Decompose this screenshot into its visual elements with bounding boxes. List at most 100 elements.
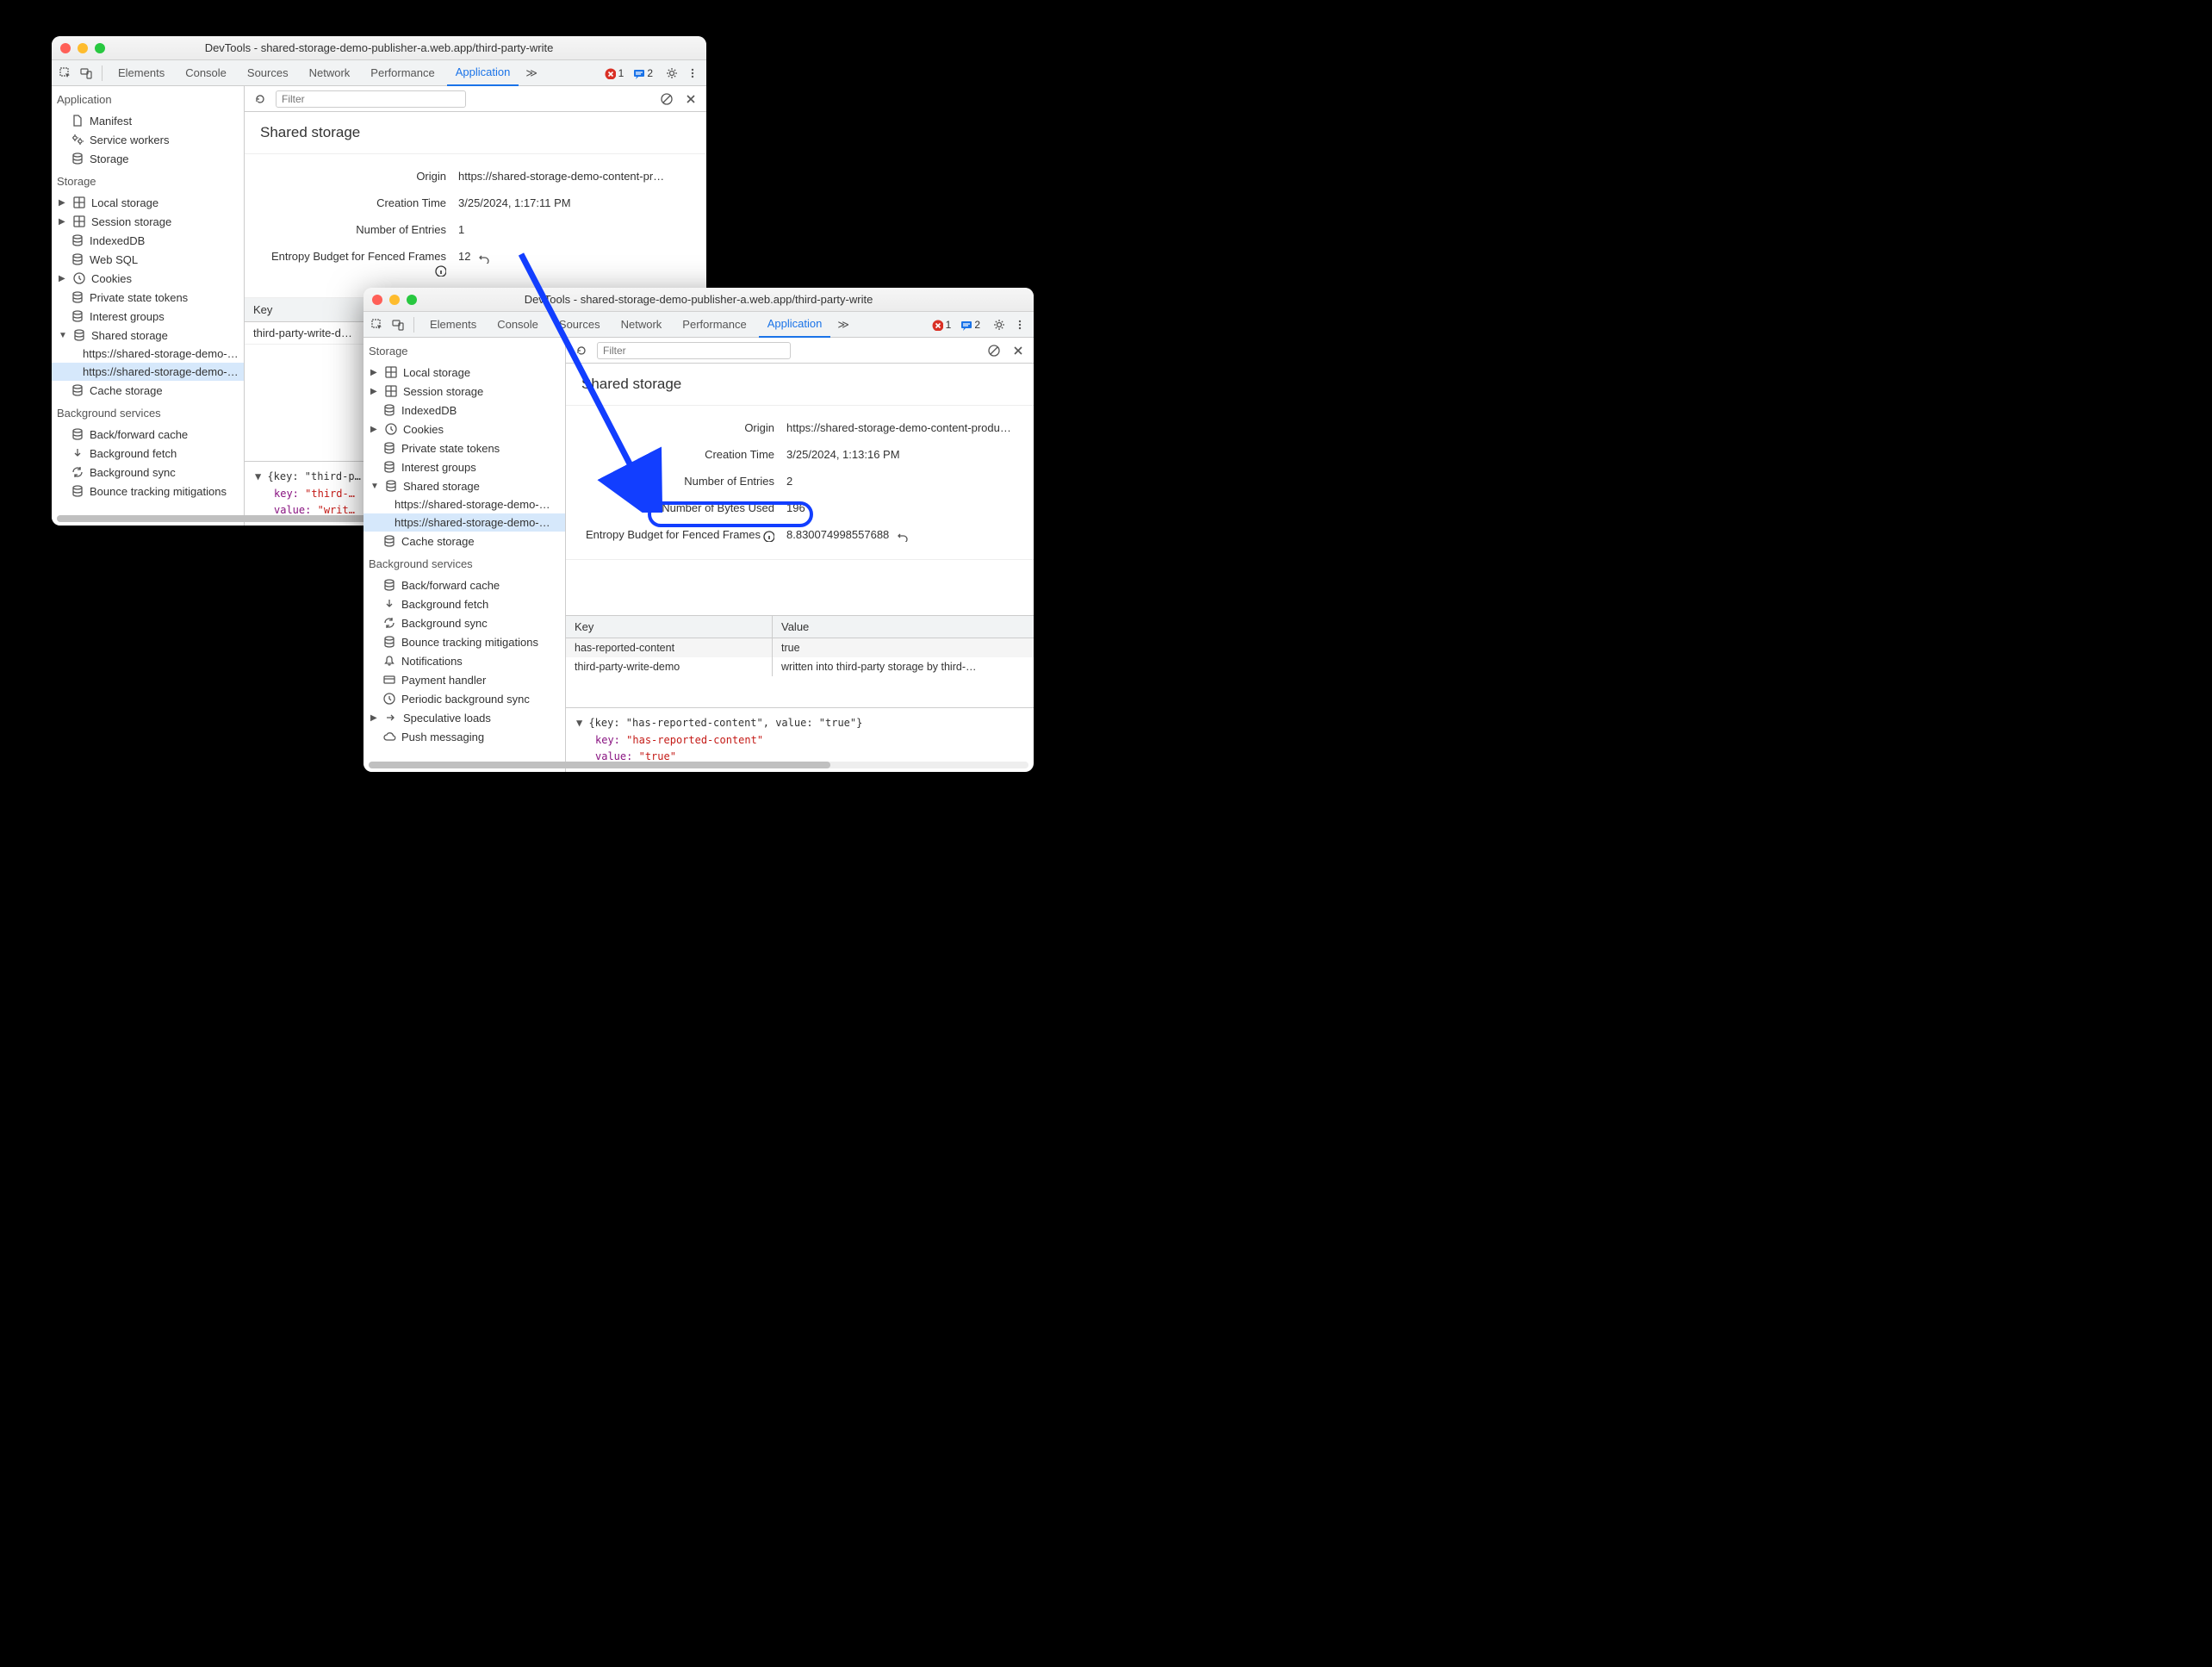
expand-arrow-icon[interactable]: ▼ (255, 470, 267, 482)
scrollbar[interactable] (57, 515, 245, 522)
sidebar-interest-groups[interactable]: Interest groups (52, 307, 244, 326)
errors-badge[interactable]: 1 (931, 319, 952, 331)
tab-console[interactable]: Console (488, 312, 547, 338)
expand-arrow-icon[interactable]: ▶ (370, 387, 379, 396)
info-icon[interactable] (762, 530, 774, 542)
zoom-window-icon[interactable] (95, 43, 105, 53)
reset-budget-icon[interactable] (477, 252, 489, 264)
more-menu-icon[interactable] (1011, 316, 1028, 333)
expand-arrow-icon[interactable]: ▶ (59, 274, 67, 283)
close-icon[interactable] (682, 90, 699, 108)
key-column-header[interactable]: Key (566, 616, 773, 638)
sidebar-bounce-tracking[interactable]: Bounce tracking mitigations (363, 632, 565, 651)
sidebar-notifications[interactable]: Notifications (363, 651, 565, 670)
tab-elements[interactable]: Elements (109, 60, 173, 86)
sidebar-private-tokens[interactable]: Private state tokens (52, 288, 244, 307)
tab-network[interactable]: Network (301, 60, 359, 86)
tabs-overflow-icon[interactable]: ≫ (834, 318, 853, 332)
more-menu-icon[interactable] (684, 65, 701, 82)
close-window-icon[interactable] (60, 43, 71, 53)
sidebar-bg-fetch[interactable]: Background fetch (52, 444, 244, 463)
zoom-window-icon[interactable] (407, 295, 417, 305)
collapse-arrow-icon[interactable]: ▼ (370, 482, 379, 491)
tab-console[interactable]: Console (177, 60, 235, 86)
clear-filter-icon[interactable] (985, 342, 1003, 359)
tab-application[interactable]: Application (447, 60, 519, 86)
sidebar-local-storage[interactable]: ▶Local storage (363, 363, 565, 382)
expand-arrow-icon[interactable]: ▼ (576, 717, 588, 729)
sidebar-local-storage[interactable]: ▶Local storage (52, 193, 244, 212)
settings-icon[interactable] (663, 65, 680, 82)
inspect-element-icon[interactable] (57, 65, 74, 82)
sidebar-service-workers[interactable]: Service workers (52, 130, 244, 149)
sidebar-payment-handler[interactable]: Payment handler (363, 670, 565, 689)
sidebar-back-forward-cache[interactable]: Back/forward cache (52, 425, 244, 444)
filter-input[interactable] (597, 342, 791, 359)
tab-performance[interactable]: Performance (674, 312, 755, 338)
sidebar-shared-origin-1[interactable]: https://shared-storage-demo-… (52, 345, 244, 363)
tab-network[interactable]: Network (612, 312, 671, 338)
table-row[interactable]: has-reported-content true (566, 638, 1034, 657)
sidebar-interest-groups[interactable]: Interest groups (363, 457, 565, 476)
inspect-element-icon[interactable] (369, 316, 386, 333)
sidebar-shared-origin-2[interactable]: https://shared-storage-demo-… (363, 513, 565, 532)
sidebar-storage[interactable]: Storage (52, 149, 244, 168)
tab-application[interactable]: Application (759, 312, 831, 338)
sidebar-shared-origin-1[interactable]: https://shared-storage-demo-… (363, 495, 565, 513)
sidebar-shared-storage[interactable]: ▼Shared storage (52, 326, 244, 345)
sidebar-bg-sync[interactable]: Background sync (52, 463, 244, 482)
tab-sources[interactable]: Sources (550, 312, 609, 338)
errors-badge[interactable]: 1 (604, 67, 624, 79)
tab-performance[interactable]: Performance (362, 60, 443, 86)
refresh-icon[interactable] (573, 342, 590, 359)
sidebar-session-storage[interactable]: ▶Session storage (52, 212, 244, 231)
sidebar-private-tokens[interactable]: Private state tokens (363, 439, 565, 457)
sidebar-cookies[interactable]: ▶Cookies (52, 269, 244, 288)
sidebar-manifest[interactable]: Manifest (52, 111, 244, 130)
device-toggle-icon[interactable] (78, 65, 95, 82)
close-window-icon[interactable] (372, 295, 382, 305)
value-column-header[interactable]: Value (773, 616, 1034, 638)
expand-arrow-icon[interactable]: ▶ (59, 217, 67, 227)
sidebar-bg-sync[interactable]: Background sync (363, 613, 565, 632)
sidebar-shared-storage[interactable]: ▼Shared storage (363, 476, 565, 495)
info-icon[interactable] (434, 264, 446, 277)
application-sidebar[interactable]: Application Manifest Service workers Sto… (52, 86, 245, 526)
expand-arrow-icon[interactable]: ▶ (370, 368, 379, 377)
expand-arrow-icon[interactable]: ▶ (370, 425, 379, 434)
close-icon[interactable] (1010, 342, 1027, 359)
sidebar-cache-storage[interactable]: Cache storage (52, 381, 244, 400)
messages-badge[interactable]: 2 (960, 319, 980, 331)
scrollbar[interactable] (369, 762, 566, 768)
sidebar-indexeddb[interactable]: IndexedDB (363, 401, 565, 420)
messages-badge[interactable]: 2 (632, 67, 653, 79)
minimize-window-icon[interactable] (389, 295, 400, 305)
expand-arrow-icon[interactable]: ▶ (370, 713, 379, 723)
sidebar-websql[interactable]: Web SQL (52, 250, 244, 269)
collapse-arrow-icon[interactable]: ▼ (59, 331, 67, 340)
titlebar[interactable]: DevTools - shared-storage-demo-publisher… (52, 36, 706, 60)
sidebar-indexeddb[interactable]: IndexedDB (52, 231, 244, 250)
tab-elements[interactable]: Elements (421, 312, 485, 338)
application-sidebar[interactable]: Storage ▶Local storage ▶Session storage … (363, 338, 566, 772)
device-toggle-icon[interactable] (389, 316, 407, 333)
minimize-window-icon[interactable] (78, 43, 88, 53)
table-row[interactable]: third-party-write-demo written into thir… (566, 657, 1034, 676)
tab-sources[interactable]: Sources (239, 60, 297, 86)
sidebar-back-forward-cache[interactable]: Back/forward cache (363, 575, 565, 594)
sidebar-periodic-sync[interactable]: Periodic background sync (363, 689, 565, 708)
titlebar[interactable]: DevTools - shared-storage-demo-publisher… (363, 288, 1034, 312)
settings-icon[interactable] (991, 316, 1008, 333)
clear-filter-icon[interactable] (658, 90, 675, 108)
sidebar-push-messaging[interactable]: Push messaging (363, 727, 565, 746)
reset-budget-icon[interactable] (896, 530, 908, 542)
sidebar-cookies[interactable]: ▶Cookies (363, 420, 565, 439)
refresh-icon[interactable] (252, 90, 269, 108)
sidebar-speculative-loads[interactable]: ▶Speculative loads (363, 708, 565, 727)
tabs-overflow-icon[interactable]: ≫ (522, 66, 541, 80)
sidebar-bg-fetch[interactable]: Background fetch (363, 594, 565, 613)
sidebar-shared-origin-2[interactable]: https://shared-storage-demo-… (52, 363, 244, 381)
sidebar-bounce-tracking[interactable]: Bounce tracking mitigations (52, 482, 244, 501)
sidebar-session-storage[interactable]: ▶Session storage (363, 382, 565, 401)
expand-arrow-icon[interactable]: ▶ (59, 198, 67, 208)
